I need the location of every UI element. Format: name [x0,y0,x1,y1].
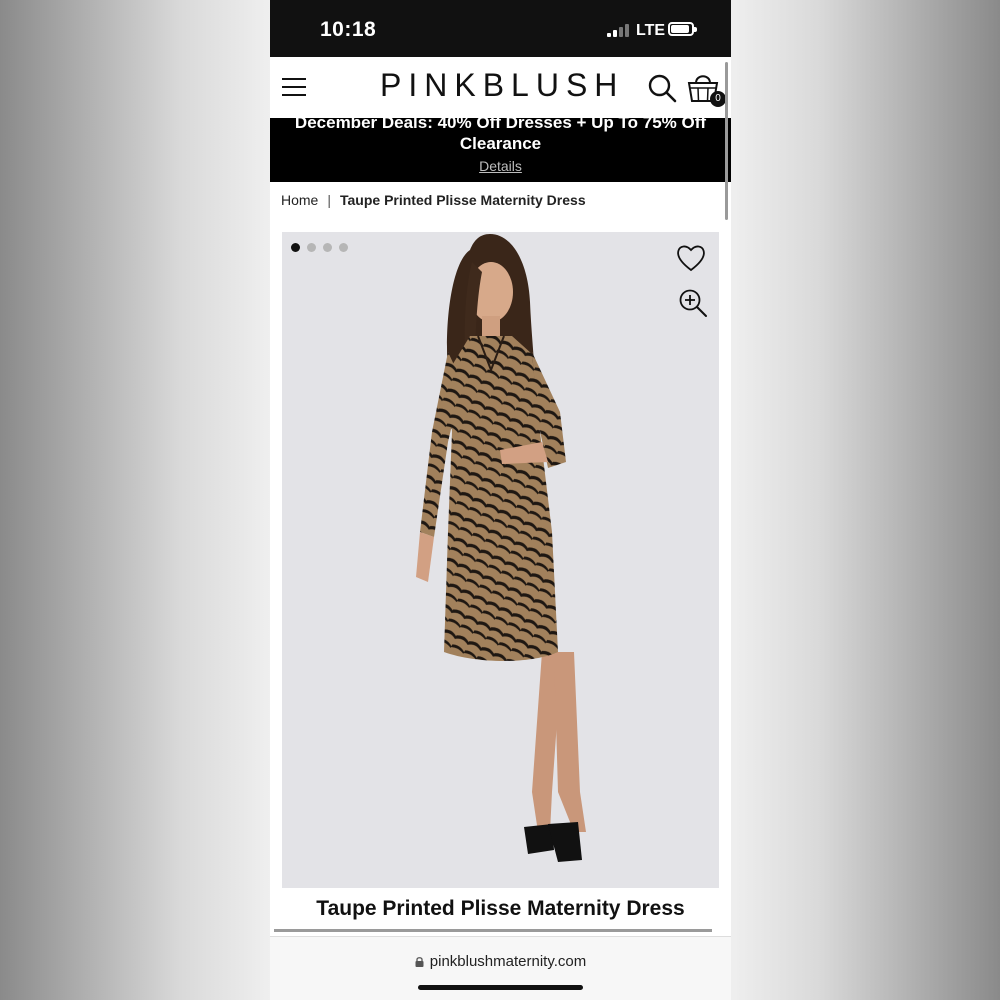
gallery-dot-2[interactable] [307,243,316,252]
promo-banner: December Deals: 40% Off Dresses + Up To … [270,113,731,182]
address-url[interactable]: pinkblushmaternity.com [270,953,731,970]
brand-logo[interactable]: PINKBLUSH [380,67,624,104]
battery-icon [668,22,697,36]
product-image-gallery[interactable] [282,232,719,888]
address-url-text: pinkblushmaternity.com [429,953,587,970]
carrier-label: LTE [636,22,666,39]
breadcrumb: Home | Taupe Printed Plisse Maternity Dres… [281,192,586,208]
promo-details-link[interactable]: Details [270,158,731,174]
promo-title: December Deals: 40% Off Dresses + Up To … [294,113,707,153]
heart-icon[interactable] [675,242,707,274]
site-header: PINKBLUSH 0 [270,57,731,118]
status-time: 10:18 [320,18,377,41]
product-model-photo [416,234,586,862]
signal-strength-icon [607,23,629,37]
zoom-in-icon[interactable] [678,288,708,318]
horizontal-scrollbar[interactable] [274,929,712,932]
hamburger-menu-icon[interactable] [282,77,306,97]
browser-address-bar[interactable]: pinkblushmaternity.com [270,936,731,1000]
horizontal-scroll-thumb[interactable] [274,929,712,932]
breadcrumb-current: Taupe Printed Plisse Maternity Dress [340,192,586,208]
status-bar: 10:18 LTE [270,0,731,57]
vertical-scrollbar[interactable] [725,62,728,220]
phone-screen: 10:18 LTE PINKBLUSH 0 December Deals: 40… [270,0,731,1000]
gallery-dot-3[interactable] [323,243,332,252]
home-indicator[interactable] [418,985,583,990]
gallery-pagination [291,239,355,257]
lock-icon [415,957,424,967]
gallery-dot-1[interactable] [291,243,300,252]
breadcrumb-separator: | [327,192,331,208]
search-icon[interactable] [647,73,677,103]
gallery-dot-4[interactable] [339,243,348,252]
product-title: Taupe Printed Plisse Maternity Dress [316,897,685,920]
cart-count-badge: 0 [710,91,726,107]
breadcrumb-home-link[interactable]: Home [281,192,318,208]
